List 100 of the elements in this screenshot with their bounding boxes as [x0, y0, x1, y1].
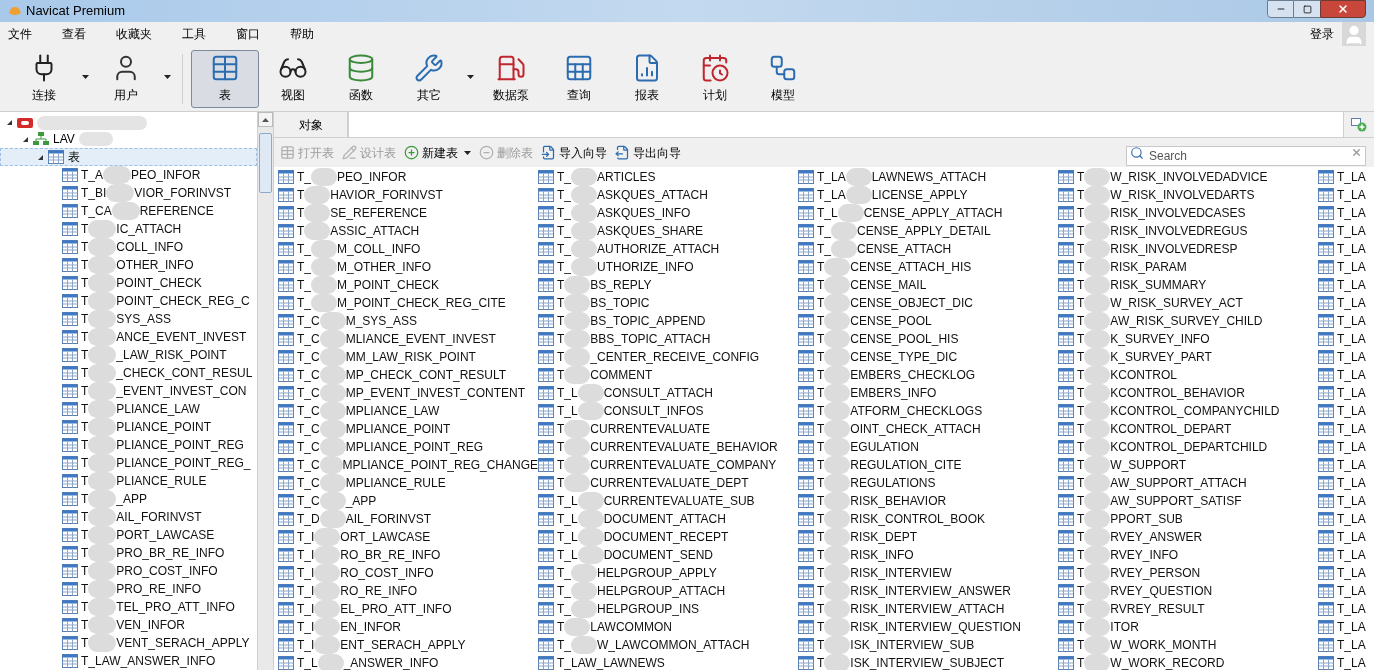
table-name[interactable]: T_LA	[1337, 276, 1366, 294]
menu-item[interactable]: 窗口	[236, 25, 260, 43]
table-name[interactable]: W_WORK_MONTH	[1110, 636, 1217, 654]
table-name[interactable]: T	[557, 330, 565, 348]
table-name[interactable]: T_A	[81, 166, 103, 184]
table-name[interactable]: T	[817, 618, 825, 636]
table-name[interactable]: BS_TOPIC	[590, 294, 650, 312]
table-name[interactable]: T_I	[297, 528, 315, 546]
table-name[interactable]: RISK_INTERVIEW_QUESTION	[850, 618, 1021, 636]
table-name[interactable]: T_I	[297, 636, 315, 654]
menu-item[interactable]: 帮助	[290, 25, 314, 43]
table-name[interactable]: T_L	[557, 510, 578, 528]
table-name[interactable]: T	[817, 438, 825, 456]
table-name[interactable]: MP_EVENT_INVEST_CONTENT	[345, 384, 526, 402]
table-name[interactable]: T_	[297, 258, 311, 276]
table-name[interactable]: T	[817, 330, 825, 348]
table-name[interactable]: PEO_INFOR	[131, 166, 201, 184]
table-name[interactable]: T_	[817, 222, 831, 240]
table-name[interactable]: POINT_CHECK_REG_C	[116, 292, 250, 310]
table-name[interactable]: T	[1077, 510, 1085, 528]
table-name[interactable]: CENSE_APPLY_DETAIL	[857, 222, 991, 240]
toolbar-button[interactable]: 计划	[681, 49, 749, 108]
table-name[interactable]: KCONTROL_DEPARTCHILD	[1110, 438, 1268, 456]
table-name[interactable]: T_	[557, 240, 571, 258]
table-name[interactable]: T	[1077, 330, 1085, 348]
table-name[interactable]: SE_REFERENCE	[330, 204, 428, 222]
table-name[interactable]: KCONTROL_BEHAVIOR	[1110, 384, 1245, 402]
table-name[interactable]: T_LA	[1337, 186, 1366, 204]
table-name[interactable]: T_C	[297, 474, 320, 492]
table-name[interactable]: T_LA	[1337, 492, 1366, 510]
table-name[interactable]: _CENTER_RECEIVE_CONFIG	[590, 348, 760, 366]
table-name[interactable]: T_L	[557, 492, 578, 510]
table-name[interactable]: VENT_SERACH_APPLY	[116, 634, 250, 652]
table-name[interactable]: T	[1077, 474, 1085, 492]
table-name[interactable]: T	[817, 366, 825, 384]
table-name[interactable]: CENSE_TYPE_DIC	[850, 348, 958, 366]
table-name[interactable]: PLIANCE_POINT_REG_	[116, 454, 251, 472]
table-name[interactable]: _LAW_RISK_POINT	[116, 346, 227, 364]
table-name[interactable]: T	[1077, 582, 1085, 600]
table-name[interactable]: M_POINT_CHECK_REG_CITE	[337, 294, 506, 312]
table-name[interactable]: RISK_DEPT	[850, 528, 918, 546]
menu-item[interactable]: 工具	[182, 25, 206, 43]
table-name[interactable]: T	[1077, 564, 1085, 582]
table-name[interactable]: T	[1077, 402, 1085, 420]
table-name[interactable]: POINT_CHECK	[116, 274, 202, 292]
table-name[interactable]: HAVIOR_FORINVST	[330, 186, 443, 204]
table-name[interactable]: CONSULT_INFOS	[603, 402, 704, 420]
table-name[interactable]: K_SURVEY_INFO	[1110, 330, 1210, 348]
table-name[interactable]: T_LA	[1337, 654, 1366, 670]
table-name[interactable]: W_LAWCOMMON_ATTACH	[597, 636, 750, 654]
table-name[interactable]: RVEY_INFO	[1110, 546, 1179, 564]
table-name[interactable]: TEL_PRO_ATT_INFO	[116, 598, 235, 616]
table-name[interactable]: T	[297, 204, 305, 222]
table-name[interactable]: PEO_INFOR	[337, 168, 407, 186]
table-name[interactable]: T	[817, 384, 825, 402]
table-name[interactable]: MLIANCE_EVENT_INVEST	[345, 330, 496, 348]
table-name[interactable]: MM_LAW_RISK_POINT	[345, 348, 476, 366]
table-name[interactable]: T	[1077, 366, 1085, 384]
table-name[interactable]: RISK_INFO	[850, 546, 914, 564]
table-name[interactable]: _APP	[345, 492, 377, 510]
toolbar-button[interactable]: 查询	[545, 49, 613, 108]
table-name[interactable]: T_	[297, 276, 311, 294]
table-name[interactable]: PLIANCE_POINT_REG	[116, 436, 244, 454]
table-name[interactable]: T	[297, 186, 305, 204]
table-name[interactable]: T_I	[297, 618, 315, 636]
login-link[interactable]: 登录	[1310, 25, 1334, 43]
table-name[interactable]: SYS_ASS	[116, 310, 172, 328]
table-name[interactable]: T_LAW_LAWNEWS	[557, 654, 665, 670]
table-name[interactable]: ASKQUES_ATTACH	[597, 186, 708, 204]
table-name[interactable]: M_POINT_CHECK	[337, 276, 440, 294]
table-name[interactable]: RVEY_QUESTION	[1110, 582, 1213, 600]
table-name[interactable]: T_	[557, 204, 571, 222]
table-name[interactable]: T	[1077, 222, 1085, 240]
toolbar-action[interactable]: 导出向导	[615, 143, 681, 162]
table-name[interactable]: T	[817, 582, 825, 600]
table-name[interactable]: T	[817, 528, 825, 546]
table-name[interactable]: M_OTHER_INFO	[337, 258, 432, 276]
table-name[interactable]: DOCUMENT_RECEPT	[603, 528, 729, 546]
table-name[interactable]: T	[81, 544, 89, 562]
table-name[interactable]: T_I	[297, 546, 315, 564]
table-name[interactable]: RISK_INTERVIEW_ANSWER	[850, 582, 1011, 600]
tree-node[interactable]: 表	[0, 148, 257, 166]
table-name[interactable]: ENT_SERACH_APPLY	[340, 636, 466, 654]
table-name[interactable]: BS_REPLY	[590, 276, 652, 294]
table-name[interactable]: T	[557, 366, 565, 384]
table-name[interactable]: CENSE_POOL_HIS	[850, 330, 959, 348]
toolbar-button[interactable]: 数据泵	[477, 49, 545, 108]
table-name[interactable]: AW_SUPPORT_ATTACH	[1110, 474, 1247, 492]
table-name[interactable]: T	[1077, 456, 1085, 474]
table-name[interactable]: T	[1077, 240, 1085, 258]
table-name[interactable]: T_C	[297, 420, 320, 438]
table-name[interactable]: T	[81, 364, 89, 382]
table-name[interactable]: PRO_COST_INFO	[116, 562, 218, 580]
toolbar-button[interactable]: 其它	[395, 49, 463, 108]
table-name[interactable]: PRO_RE_INFO	[116, 580, 202, 598]
table-name[interactable]: RISK_INVOLVEDREGUS	[1110, 222, 1248, 240]
table-name[interactable]: EN_INFOR	[340, 618, 402, 636]
table-name[interactable]: ISK_INTERVIEW_SUB	[850, 636, 975, 654]
table-name[interactable]: T_LA	[1337, 420, 1366, 438]
table-name[interactable]: M_COLL_INFO	[337, 240, 421, 258]
